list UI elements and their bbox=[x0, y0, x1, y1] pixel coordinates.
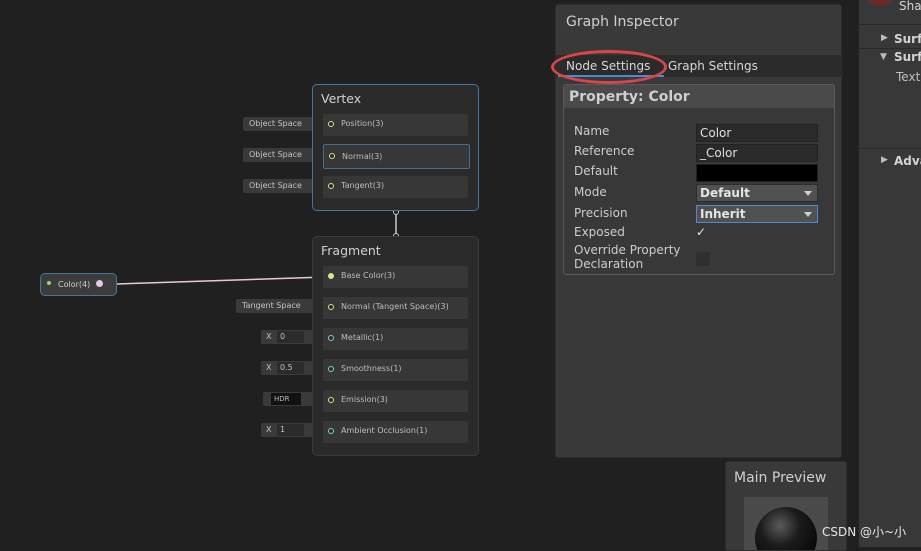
reference-field[interactable]: _Color bbox=[696, 144, 818, 162]
port-icon[interactable] bbox=[328, 273, 334, 279]
divider bbox=[859, 24, 921, 25]
property-header: Property: Color bbox=[564, 85, 834, 108]
mode-dropdown[interactable]: Default bbox=[696, 184, 818, 202]
highlight-annotation bbox=[551, 50, 667, 84]
precision-label: Precision bbox=[574, 206, 628, 220]
default-color-swatch[interactable] bbox=[696, 164, 818, 182]
normal-space-input[interactable]: Object Space bbox=[243, 148, 319, 162]
default-label: Default bbox=[574, 164, 618, 178]
emission-slot[interactable]: Emission(3) bbox=[323, 390, 468, 412]
port-icon[interactable] bbox=[328, 397, 334, 403]
inspector-tabs: Node Settings Graph Settings bbox=[551, 50, 841, 84]
inspector-side-panel: Sha ▶ Surfa ▼ Surfa Text ▶ Adva bbox=[858, 0, 921, 547]
vertex-title: Vertex bbox=[321, 91, 362, 106]
port-icon[interactable] bbox=[328, 335, 334, 341]
port-icon[interactable] bbox=[328, 366, 334, 372]
expand-down-icon[interactable]: ▼ bbox=[880, 52, 887, 62]
property-dot-icon bbox=[47, 281, 51, 285]
name-label: Name bbox=[574, 124, 610, 138]
inspector-title: Graph Inspector bbox=[566, 14, 679, 30]
divider bbox=[859, 148, 921, 149]
fragment-node[interactable]: Fragment Base Color(3) Normal (Tangent S… bbox=[312, 236, 479, 456]
output-port-icon[interactable] bbox=[96, 280, 103, 287]
exposed-checkbox[interactable]: ✓ bbox=[696, 225, 710, 239]
port-icon[interactable] bbox=[328, 121, 334, 127]
expand-right-icon[interactable]: ▶ bbox=[881, 33, 888, 43]
tangent-space-input[interactable]: Object Space bbox=[243, 179, 319, 193]
property-title: Property: Color bbox=[569, 89, 690, 105]
port-icon[interactable] bbox=[328, 428, 334, 434]
normal-slot[interactable]: Normal(3) bbox=[323, 144, 470, 169]
reference-label: Reference bbox=[574, 144, 635, 158]
tab-graph-settings[interactable]: Graph Settings bbox=[668, 59, 758, 73]
preview-title: Main Preview bbox=[734, 470, 827, 486]
section-surface-1[interactable]: Surfa bbox=[894, 32, 921, 46]
shader-label: Sha bbox=[899, 0, 921, 13]
graph-inspector: Graph Inspector Node Settings Graph Sett… bbox=[551, 4, 842, 458]
chevron-down-icon bbox=[804, 191, 812, 196]
name-field[interactable]: Color bbox=[696, 124, 818, 142]
color-property-node[interactable]: Color(4) bbox=[40, 273, 117, 296]
normal-space-input[interactable]: Tangent Space bbox=[236, 299, 320, 313]
section-advanced[interactable]: Adva bbox=[894, 154, 921, 168]
watermark: CSDN @小~小 bbox=[822, 525, 907, 539]
override-label: Override Property Declaration bbox=[574, 243, 681, 271]
smoothness-slot[interactable]: Smoothness(1) bbox=[323, 359, 468, 381]
port-icon[interactable] bbox=[328, 183, 334, 189]
exposed-label: Exposed bbox=[574, 225, 625, 239]
hdr-swatch[interactable]: HDR bbox=[271, 393, 301, 405]
port-icon[interactable] bbox=[329, 153, 335, 159]
section-surface-2[interactable]: Surfa bbox=[894, 50, 921, 64]
position-space-input[interactable]: Object Space bbox=[243, 117, 319, 131]
shader-thumbnail-icon bbox=[867, 0, 893, 6]
texture-label: Text bbox=[896, 70, 921, 84]
color-to-basecolor-wire bbox=[116, 276, 327, 285]
tangent-slot[interactable]: Tangent(3) bbox=[323, 176, 468, 198]
ao-slot[interactable]: Ambient Occlusion(1) bbox=[323, 421, 468, 443]
preview-sphere bbox=[755, 507, 817, 550]
vertex-node[interactable]: Vertex Position(3) Normal(3) Tangent(3) bbox=[312, 84, 479, 211]
metallic-slot[interactable]: Metallic(1) bbox=[323, 328, 468, 350]
chevron-down-icon bbox=[804, 212, 812, 217]
fragment-title: Fragment bbox=[321, 243, 381, 258]
port-icon[interactable] bbox=[328, 304, 334, 310]
normal-slot[interactable]: Normal (Tangent Space)(3) bbox=[323, 297, 468, 319]
override-checkbox[interactable] bbox=[696, 252, 710, 266]
expand-right-icon[interactable]: ▶ bbox=[881, 155, 888, 165]
mode-label: Mode bbox=[574, 185, 607, 199]
preview-viewport[interactable] bbox=[744, 497, 828, 550]
divider bbox=[859, 48, 921, 49]
property-panel: Property: Color Name Color Reference _Co… bbox=[563, 84, 835, 275]
position-slot[interactable]: Position(3) bbox=[323, 114, 468, 136]
base-color-slot[interactable]: Base Color(3) bbox=[323, 266, 468, 288]
precision-dropdown[interactable]: Inherit bbox=[696, 205, 818, 223]
